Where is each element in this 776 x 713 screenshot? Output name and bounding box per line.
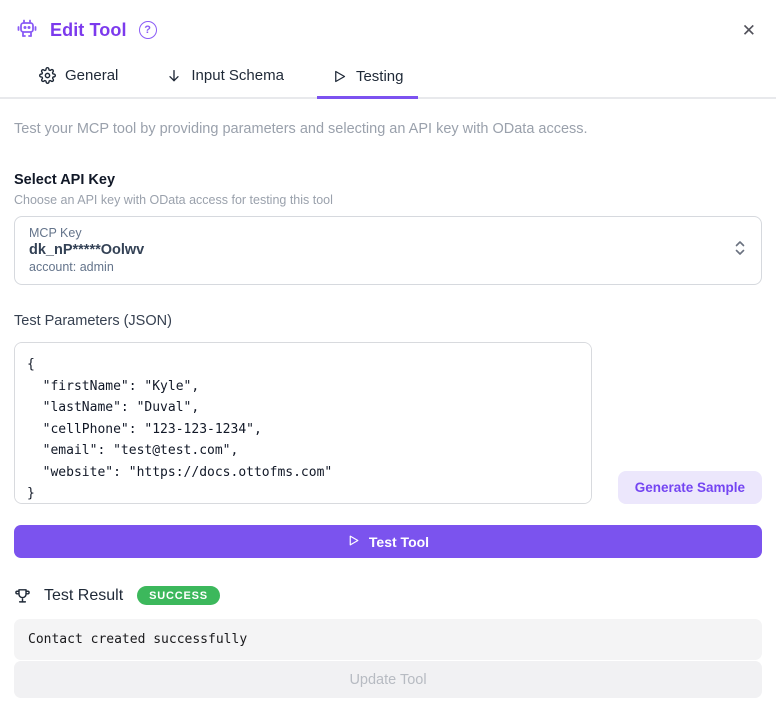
gear-icon xyxy=(39,67,56,84)
test-result-output: Contact created successfully xyxy=(14,619,762,660)
tab-general-label: General xyxy=(65,67,118,84)
tab-testing[interactable]: Testing xyxy=(317,58,419,99)
update-tool-button[interactable]: Update Tool xyxy=(14,661,762,698)
api-key-type: MCP Key xyxy=(29,226,733,240)
test-tool-button[interactable]: Test Tool xyxy=(14,525,762,558)
status-badge: SUCCESS xyxy=(137,586,220,605)
tab-input-schema-label: Input Schema xyxy=(191,67,284,84)
api-key-label: Select API Key xyxy=(14,172,762,188)
test-parameters-input[interactable] xyxy=(14,342,592,504)
tab-input-schema[interactable]: Input Schema xyxy=(151,58,299,97)
testing-panel: Test your MCP tool by providing paramete… xyxy=(0,121,776,660)
generate-sample-button[interactable]: Generate Sample xyxy=(618,471,762,504)
chevron-up-down-icon xyxy=(733,239,747,262)
test-tool-button-label: Test Tool xyxy=(369,534,429,550)
tab-testing-label: Testing xyxy=(356,68,404,85)
api-key-masked-value: dk_nP*****Oolwv xyxy=(29,242,733,258)
dialog-header: Edit Tool ? ✕ xyxy=(0,0,776,44)
close-icon[interactable]: ✕ xyxy=(738,20,760,41)
tab-general[interactable]: General xyxy=(24,58,133,97)
test-result-header: Test Result SUCCESS xyxy=(14,586,762,605)
help-icon[interactable]: ? xyxy=(139,21,157,39)
arrow-down-icon xyxy=(166,68,182,84)
test-parameters-label: Test Parameters (JSON) xyxy=(14,313,762,329)
panel-description: Test your MCP tool by providing paramete… xyxy=(14,121,762,137)
tab-bar: General Input Schema Testing xyxy=(0,58,776,99)
edit-tool-dialog: Edit Tool ? ✕ General Input Schema xyxy=(0,0,776,713)
trophy-icon xyxy=(14,587,31,604)
api-key-account: account: admin xyxy=(29,260,733,274)
dialog-title: Edit Tool xyxy=(50,20,127,41)
test-result-title: Test Result xyxy=(44,587,123,605)
robot-icon xyxy=(14,17,40,43)
play-icon xyxy=(347,534,360,550)
api-key-select[interactable]: MCP Key dk_nP*****Oolwv account: admin xyxy=(14,216,762,285)
api-key-hint: Choose an API key with OData access for … xyxy=(14,193,762,207)
play-icon xyxy=(332,69,347,84)
